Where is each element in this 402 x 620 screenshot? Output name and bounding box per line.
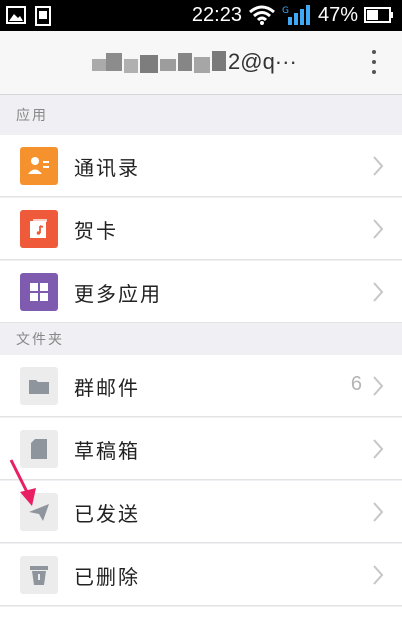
folder-item-label: 群邮件: [74, 376, 140, 400]
battery-percent: 47%: [317, 3, 358, 26]
clock: 22:23: [191, 3, 242, 26]
svg-text:G: G: [282, 6, 289, 16]
annotation-arrow-icon: [9, 459, 36, 506]
chevron-right-icon: [373, 439, 384, 459]
wifi-icon: [249, 5, 275, 25]
grid-icon: [20, 273, 58, 311]
gallery-icon: [6, 6, 26, 24]
blurred-account-name: [92, 51, 226, 73]
chevron-right-icon: [373, 565, 384, 585]
folder-item-deleted[interactable]: 已删除: [0, 544, 402, 606]
folder-item-partial: [0, 607, 402, 620]
folder-item-drafts[interactable]: 草稿箱: [0, 418, 402, 480]
folder-item-label: 草稿箱: [74, 439, 140, 463]
greeting-card-icon: [20, 210, 58, 248]
folder-icon: [20, 367, 58, 405]
chevron-right-icon: [373, 502, 384, 522]
app-item-label: 贺卡: [74, 219, 118, 243]
chevron-right-icon: [373, 376, 384, 396]
account-switcher[interactable]: 2@q···: [92, 49, 297, 75]
account-email: 2@q···: [228, 49, 297, 74]
app-item-contacts[interactable]: 通讯录: [0, 135, 402, 197]
folder-item-label: 已发送: [74, 502, 140, 526]
unread-count: 6: [350, 373, 362, 395]
folder-item-sent[interactable]: 已发送: [0, 481, 402, 543]
app-item-greeting-card[interactable]: 贺卡: [0, 198, 402, 260]
more-options-button[interactable]: [364, 47, 384, 77]
app-item-label: 更多应用: [74, 282, 162, 306]
signal-icon: G: [282, 5, 310, 25]
section-folders: 文件夹: [0, 323, 402, 355]
app-item-label: 通讯录: [74, 156, 140, 180]
folder-item-label: 已删除: [74, 565, 140, 589]
app-item-more-apps[interactable]: 更多应用: [0, 261, 402, 323]
screenshot-notification-icon: [35, 6, 51, 26]
chevron-right-icon: [373, 156, 384, 176]
account-header: 2@q···: [0, 31, 402, 95]
folder-item-group-mail[interactable]: 群邮件 6: [0, 355, 402, 417]
section-apps: 应用: [0, 95, 402, 135]
chevron-right-icon: [373, 219, 384, 239]
overflow-menu-icon: [372, 50, 376, 54]
status-bar: 22:23 G 47%: [0, 0, 402, 31]
section-apps-label: 应用: [16, 108, 48, 124]
contacts-icon: [20, 147, 58, 185]
trash-icon: [20, 556, 58, 594]
battery-icon: [364, 7, 393, 23]
chevron-right-icon: [373, 282, 384, 302]
section-folders-label: 文件夹: [16, 332, 64, 348]
